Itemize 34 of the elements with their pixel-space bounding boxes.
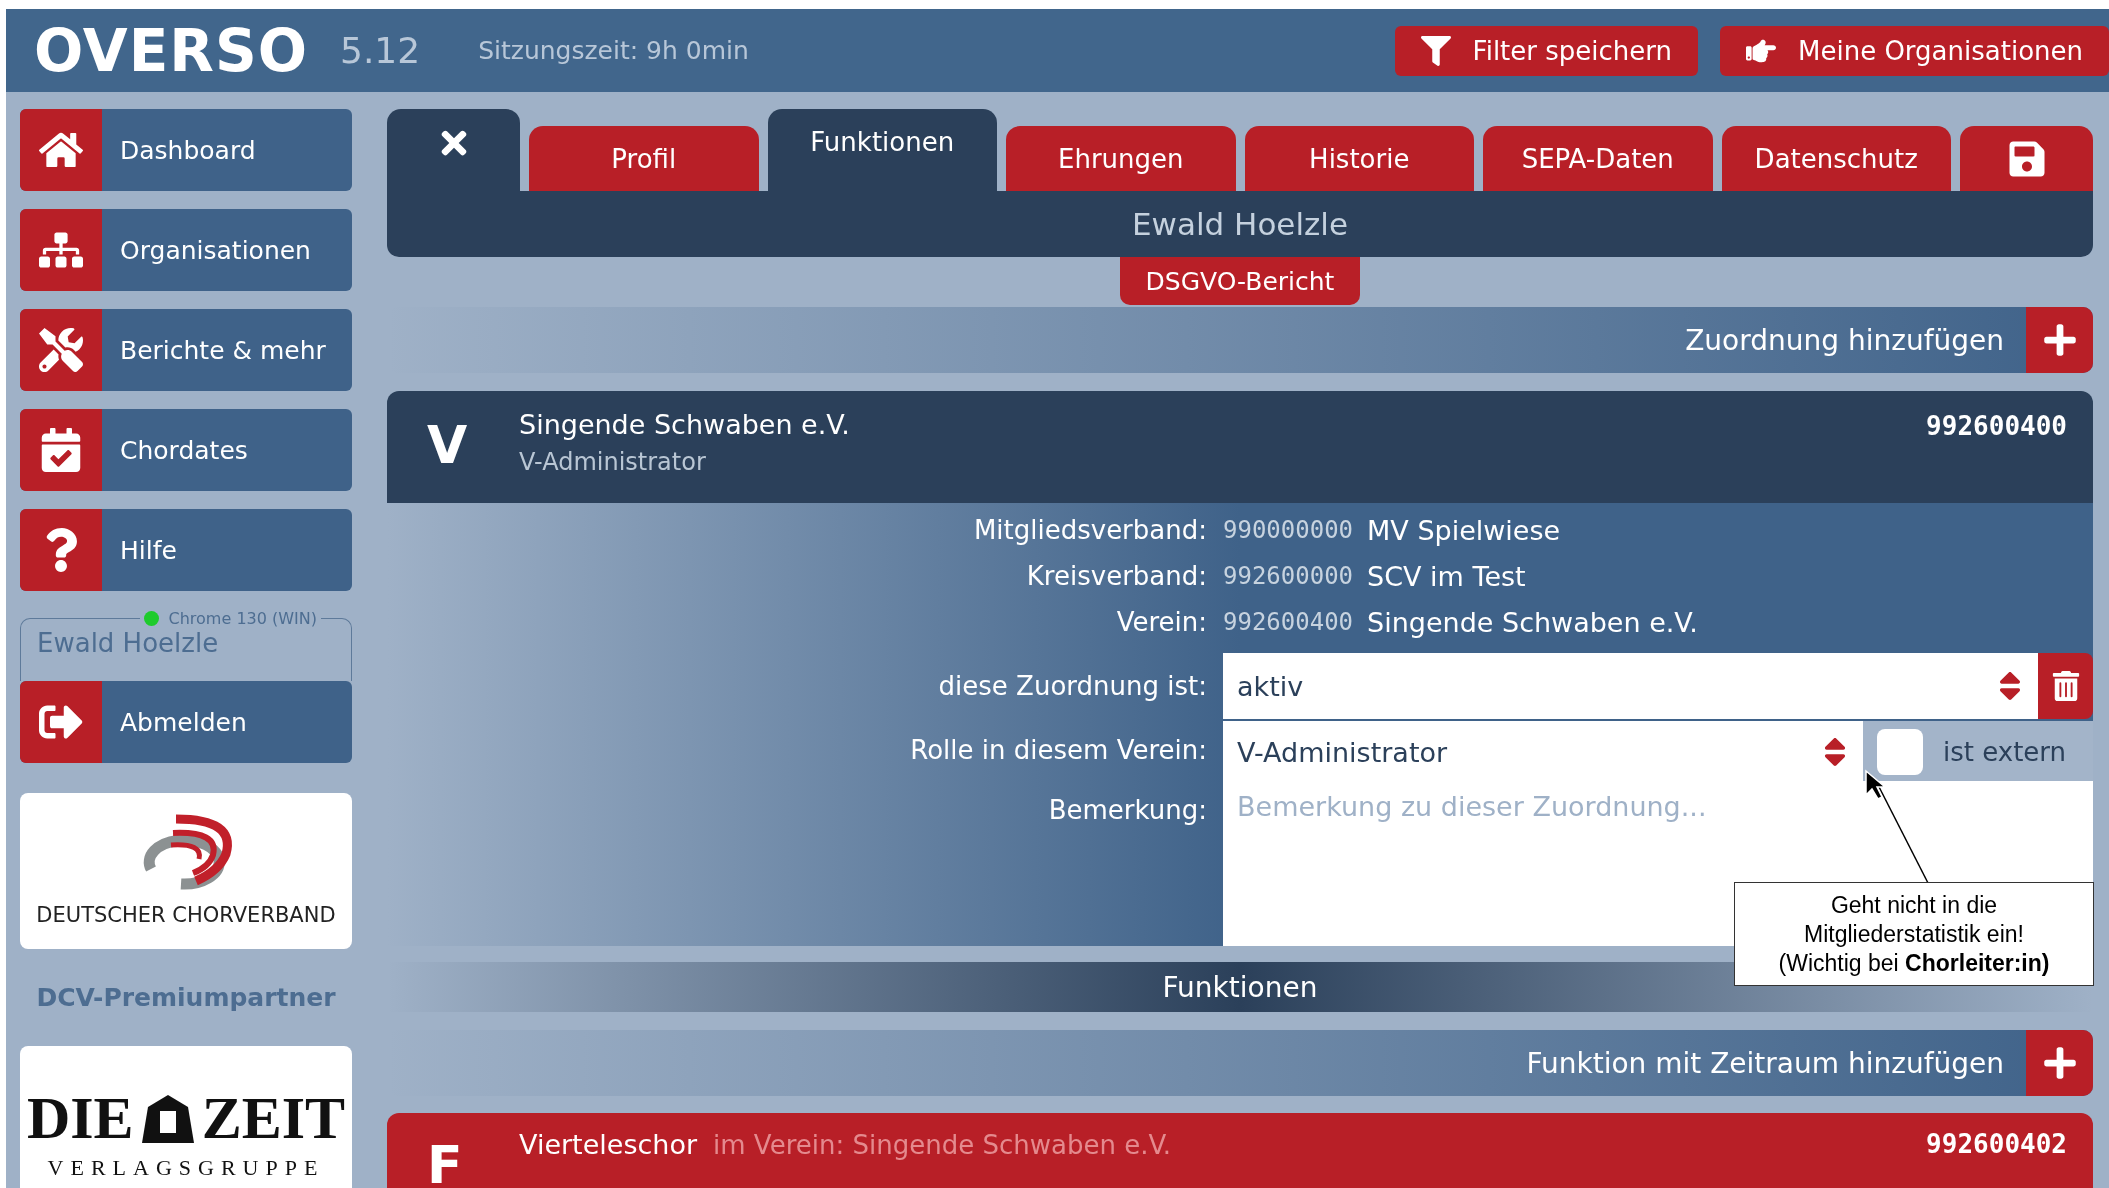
add-function-label: Funktion mit Zeitraum hinzufügen [1526, 1046, 2004, 1080]
organization-number: 992600400 [1926, 410, 2067, 443]
session-time: Sitzungszeit: 9h 0min [478, 36, 750, 65]
organization-code: 992600000 [1223, 562, 1354, 590]
organization-name: Singende Schwaben e.V. [519, 409, 851, 440]
detail-label: Verein: [1115, 607, 1207, 637]
partner-name: DEUTSCHER CHORVERBAND [36, 903, 336, 927]
checkbox-label: ist extern [1943, 737, 2068, 767]
app-logo: OVERSO [34, 16, 308, 85]
user-name: Ewald Hoelzle [37, 628, 220, 658]
version-number: 5.12 [340, 30, 421, 71]
type-letter: V [427, 414, 469, 477]
type-letter: F [427, 1134, 464, 1188]
sponsor-title: ZEIT [201, 1084, 346, 1153]
add-assignment-label: Zuordnung hinzufügen [1685, 323, 2004, 357]
organization-value: SCV im Test [1367, 560, 1526, 592]
organization-code: 990000000 [1223, 516, 1354, 544]
field-label: diese Zuordnung ist: [937, 671, 1207, 701]
sponsor-subtitle: VERLAGSGRUPPE [47, 1155, 325, 1181]
field-label: Bemerkung: [1047, 795, 1207, 825]
browser-info: Chrome 130 (WIN) [168, 609, 317, 628]
organization-value: MV Spielwiese [1367, 514, 1561, 546]
role-label: V-Administrator [519, 448, 707, 476]
function-number: 992600402 [1926, 1128, 2067, 1161]
function-name: Vierteleschor im Verein: Singende Schwaben e.V. [519, 1129, 1173, 1160]
detail-label: Kreisverband: [1025, 561, 1207, 591]
sponsor-title: DIE [26, 1084, 134, 1153]
note-tooltip: Geht nicht in die Mitgliederstatistik ein! (Wichtig bei Chorleiter:in) [1734, 882, 2094, 987]
organization-code: 992600400 [1223, 608, 1354, 636]
partner-label: DCV-Premiumpartner [35, 983, 337, 1012]
field-label: Rolle in diesem Verein: [909, 735, 1207, 765]
detail-label: Mitgliedsverband: [972, 515, 1207, 545]
person-name: Ewald Hoelzle [387, 191, 2093, 257]
organization-value: Singende Schwaben e.V. [1367, 606, 1698, 638]
